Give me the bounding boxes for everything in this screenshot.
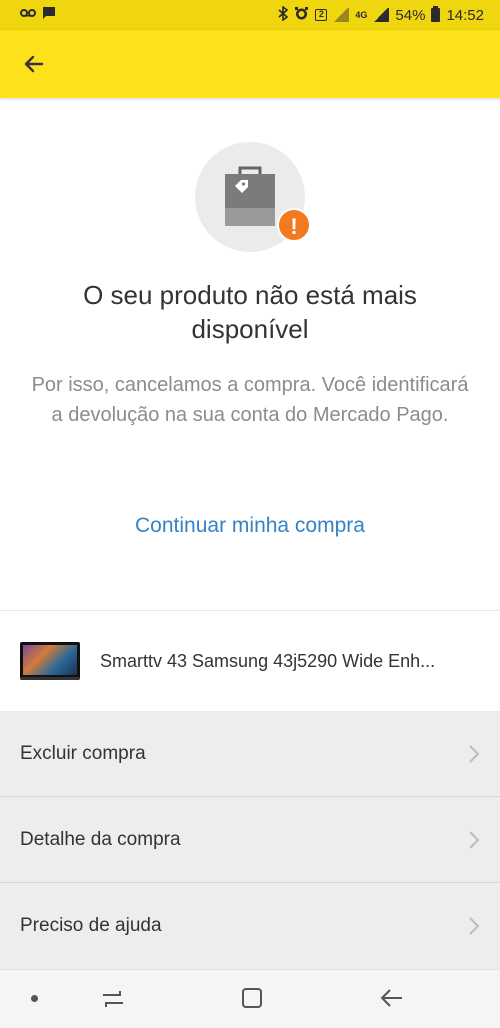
menu-item-label: Preciso de ajuda	[20, 915, 162, 936]
chevron-right-icon	[469, 830, 480, 849]
app-header	[0, 30, 500, 98]
status-right: 2 4G 54% 14:52	[278, 4, 484, 25]
menu-item-preciso-de-ajuda[interactable]: Preciso de ajuda	[0, 883, 500, 969]
shopping-bag-icon	[225, 164, 275, 231]
signal-icon	[333, 8, 350, 22]
page-title: O seu produto não está mais disponível	[83, 280, 417, 344]
chevron-right-icon	[469, 744, 480, 763]
signal-strength-icon	[373, 8, 390, 22]
recent-apps-icon[interactable]	[100, 987, 126, 1011]
actions-menu: Excluir compra Detalhe da compra Preciso…	[0, 711, 500, 969]
network-type: 4G	[355, 10, 368, 20]
tv-stand	[20, 677, 80, 680]
sim-badge: 2	[315, 9, 328, 21]
menu-item-detalhe-da-compra[interactable]: Detalhe da compra	[0, 797, 500, 883]
voicemail-icon	[20, 6, 36, 24]
bluetooth-icon	[278, 4, 289, 25]
product-name: Smarttv 43 Samsung 43j5290 Wide Enh...	[100, 650, 436, 671]
battery-icon	[431, 6, 441, 22]
product-row: Smarttv 43 Samsung 43j5290 Wide Enh...	[0, 611, 500, 711]
alert-icon: !	[277, 208, 311, 242]
tv-screen-image	[23, 645, 77, 675]
menu-item-label: Excluir compra	[20, 742, 146, 764]
message-icon	[42, 6, 56, 24]
menu-item-label: Detalhe da compra	[20, 828, 181, 850]
back-nav-icon[interactable]	[380, 987, 404, 1009]
status-bar: 2 4G 54% 14:52	[0, 0, 500, 30]
unavailable-illustration: !	[195, 142, 317, 252]
battery-percent: 54%	[395, 6, 426, 24]
back-button[interactable]	[16, 46, 52, 82]
alarm-icon	[294, 6, 309, 25]
system-nav-bar	[0, 969, 500, 1028]
nav-dot-icon[interactable]	[31, 995, 38, 1002]
clock: 14:52	[446, 6, 484, 24]
home-icon[interactable]	[241, 987, 263, 1009]
product-thumbnail	[20, 642, 80, 680]
continue-purchase-link[interactable]: Continuar minha compra	[0, 514, 500, 538]
page-subtitle: Por isso, cancelamos a compra. Você iden…	[31, 374, 469, 426]
status-left	[20, 6, 56, 24]
chevron-right-icon	[469, 917, 480, 935]
menu-item-excluir-compra[interactable]: Excluir compra	[0, 711, 500, 797]
arrow-left-icon	[24, 55, 44, 73]
